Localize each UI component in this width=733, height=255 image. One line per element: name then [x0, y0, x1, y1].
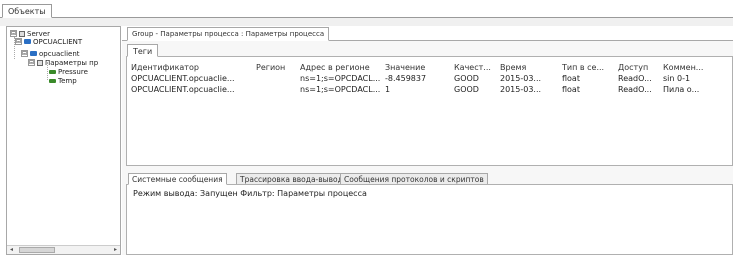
- scroll-right-icon[interactable]: ▸: [112, 246, 119, 254]
- table-cell-value[interactable]: -8.459837: [385, 74, 426, 83]
- tab-objects[interactable]: Объекты: [2, 4, 52, 18]
- column-header-comment[interactable]: Коммен...: [663, 63, 703, 72]
- table-cell-address[interactable]: ns=1;s=OPCDACL...: [300, 85, 380, 94]
- log-panel: Режим вывода: Запущен Фильтр: Параметры …: [126, 184, 733, 255]
- table-cell-access[interactable]: ReadO...: [618, 74, 652, 83]
- tab-tags[interactable]: Теги: [127, 44, 159, 57]
- column-header-time[interactable]: Время: [500, 63, 526, 72]
- tree-node-process-params[interactable]: ⊟ Параметры пр: [28, 58, 98, 67]
- column-header-access[interactable]: Доступ: [618, 63, 648, 72]
- table-cell-access[interactable]: ReadO...: [618, 85, 652, 94]
- column-header-region[interactable]: Регион: [256, 63, 285, 72]
- tree-horizontal-scrollbar[interactable]: ◂ ▸: [7, 245, 120, 254]
- connection-icon: [24, 39, 31, 44]
- column-header-address[interactable]: Адрес в регионе: [300, 63, 370, 72]
- tag-icon: [49, 78, 56, 83]
- tags-table: Идентификатор Регион Адрес в регионе Зна…: [126, 56, 733, 166]
- table-cell-comment[interactable]: Пила о...: [663, 85, 699, 94]
- column-header-server-type[interactable]: Тип в се...: [562, 63, 604, 72]
- tab-system-messages[interactable]: Системные сообщения: [128, 173, 227, 185]
- collapse-icon[interactable]: ⊟: [28, 59, 35, 66]
- table-cell-comment[interactable]: sin 0-1: [663, 74, 690, 83]
- device-icon: [30, 51, 37, 56]
- scroll-left-icon[interactable]: ◂: [8, 246, 15, 254]
- tree-node-opcuaclient-device[interactable]: ⊟ opcuaclient: [21, 49, 80, 58]
- tree-node-label: Pressure: [58, 67, 88, 76]
- tree-node-label: OPCUACLIENT: [33, 37, 83, 46]
- table-cell-identifier[interactable]: OPCUACLIENT.opcuaclie...: [131, 85, 235, 94]
- column-header-quality[interactable]: Качест...: [454, 63, 491, 72]
- table-cell-server-type[interactable]: float: [562, 85, 580, 94]
- table-cell-time[interactable]: 2015-03...: [500, 74, 541, 83]
- tag-icon: [49, 69, 56, 74]
- log-message: Режим вывода: Запущен Фильтр: Параметры …: [133, 189, 367, 198]
- tree-node-label: opcuaclient: [39, 49, 80, 58]
- table-cell-address[interactable]: ns=1;s=OPCDACL...: [300, 74, 380, 83]
- tree-node-label: Параметры пр: [45, 58, 99, 67]
- column-header-value[interactable]: Значение: [385, 63, 425, 72]
- collapse-icon[interactable]: ⊟: [21, 50, 28, 57]
- collapse-icon[interactable]: ⊟: [10, 30, 17, 37]
- group-icon: [37, 59, 43, 66]
- tree-node-temp[interactable]: Temp: [49, 76, 77, 85]
- tree-node-opcuaclient-server[interactable]: ⊟ OPCUACLIENT: [15, 37, 82, 46]
- tree-node-label: Temp: [58, 76, 77, 85]
- table-cell-server-type[interactable]: float: [562, 74, 580, 83]
- collapse-icon[interactable]: ⊟: [15, 38, 22, 45]
- table-cell-quality[interactable]: GOOD: [454, 74, 479, 83]
- scrollbar-thumb[interactable]: [19, 247, 55, 253]
- top-tab-strip: [0, 17, 733, 26]
- table-cell-time[interactable]: 2015-03...: [500, 85, 541, 94]
- object-tree: ⊟ Server ⊟ OPCUACLIENT ⊟ opcuaclient ⊟ П…: [6, 26, 121, 255]
- tree-node-pressure[interactable]: Pressure: [49, 67, 88, 76]
- server-icon: [19, 30, 25, 37]
- table-cell-quality[interactable]: GOOD: [454, 85, 479, 94]
- tab-group-process-params[interactable]: Group - Параметры процесса : Параметры п…: [127, 27, 330, 41]
- table-cell-value[interactable]: 1: [385, 85, 390, 94]
- table-cell-identifier[interactable]: OPCUACLIENT.opcuaclie...: [131, 74, 235, 83]
- column-header-identifier[interactable]: Идентификатор: [131, 63, 199, 72]
